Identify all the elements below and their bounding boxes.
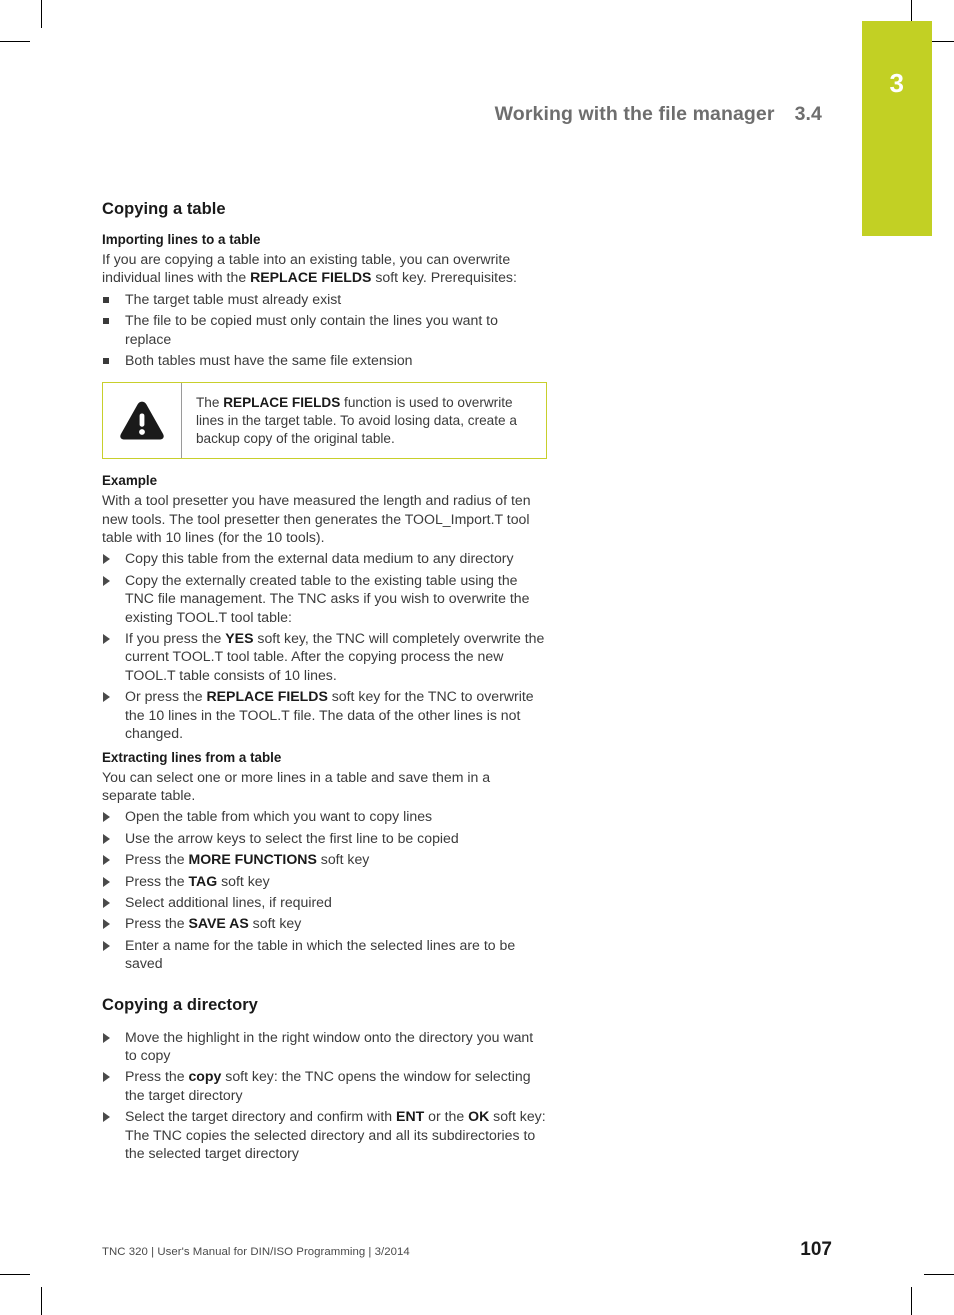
list-item: Both tables must have the same file exte… [102,351,547,369]
crop-mark-bottom-left-horizontal [0,1274,30,1276]
note-text-bold: REPLACE FIELDS [223,395,341,411]
heading-extracting-lines: Extracting lines from a table [102,749,282,765]
running-head-section-number: 3.4 [794,103,822,125]
list-item: If you press the YES soft key, the TNC w… [102,629,547,684]
step-bold: TAG [188,872,218,889]
list-item: Use the arrow keys to select the first l… [102,829,547,847]
importing-intro-part2: soft key. Prerequisites: [371,269,517,286]
crop-mark-top-left-horizontal [0,41,30,43]
step-text: Use the arrow keys to select the first l… [125,829,459,846]
note-icon-cell [103,383,182,459]
list-item: Press the copy soft key: the TNC opens t… [102,1067,547,1104]
step-bold: ENT [396,1108,425,1125]
step-bold: copy [188,1068,222,1085]
list-item: Press the MORE FUNCTIONS soft key [102,850,547,868]
list-item: Move the highlight in the right window o… [102,1028,547,1065]
list-item: Press the SAVE AS soft key [102,914,547,932]
page-content: Copying a table Importing lines to a tab… [102,200,547,1169]
step-bold: MORE FUNCTIONS [188,851,317,868]
step-text: Press the [125,1068,189,1085]
list-example-steps: Copy this table from the external data m… [102,549,547,742]
step-text: Open the table from which you want to co… [125,808,433,825]
list-item: The target table must already exist [102,290,547,308]
step-bold: REPLACE FIELDS [206,688,328,705]
step-bold: SAVE AS [188,915,249,932]
note-text-part1: The [196,395,224,411]
list-item: Enter a name for the table in which the … [102,936,547,973]
step-text: Press the [125,872,189,889]
step-text: Enter a name for the table in which the … [125,936,516,972]
step-text-2: soft key [217,872,270,889]
paragraph-extracting: You can select one or more lines in a ta… [102,768,491,803]
chapter-tab: 3 [862,21,932,236]
page-number: 107 [800,1239,832,1260]
step-text: Press the [125,851,189,868]
heading-importing-lines: Importing lines to a table [102,232,261,247]
list-item: Press the TAG soft key [102,872,547,890]
step-text-2: soft key [248,915,302,932]
list-item: The file to be copied must only contain … [102,311,547,348]
list-item: Or press the REPLACE FIELDS soft key for… [102,687,547,742]
paragraph-importing-intro: If you are copying a table into an exist… [102,250,547,287]
page-title: Copying a table [102,200,226,218]
step-text: Select additional lines, if required [125,893,332,910]
importing-intro-bold: REPLACE FIELDS [250,269,372,286]
chapter-number: 3 [889,68,905,98]
list-extracting-steps: Open the table from which you want to co… [102,807,547,972]
crop-mark-bottom-left-vertical [41,1287,43,1315]
crop-mark-bottom-right-horizontal [924,1274,954,1276]
page-footer: TNC 320 | User's Manual for DIN/ISO Prog… [102,1239,832,1261]
step-text-2: or the [424,1108,469,1125]
note-text: The REPLACE FIELDS function is used to o… [182,383,546,458]
running-head-title: Working with the file manager [494,103,775,125]
step-text: Copy this table from the external data m… [125,550,514,567]
list-item: Copy this table from the external data m… [102,549,547,567]
crop-mark-top-left-vertical [41,0,43,28]
step-text: If you press the [125,630,226,647]
footer-imprint: TNC 320 | User's Manual for DIN/ISO Prog… [102,1246,410,1258]
list-copying-directory-steps: Move the highlight in the right window o… [102,1028,547,1163]
step-text: Or press the [125,688,207,705]
crop-mark-bottom-right-vertical [911,1287,913,1315]
list-item: Open the table from which you want to co… [102,807,547,825]
step-text-2: soft key [316,851,370,868]
warning-triangle-icon [120,401,164,440]
step-text: Move the highlight in the right window o… [125,1028,534,1063]
running-head: Working with the file manager 3.4 [0,103,822,126]
paragraph-example: With a tool presetter you have measured … [102,492,531,546]
heading-example: Example [102,473,158,489]
step-text: Select the target directory and confirm … [125,1108,397,1125]
list-item: Copy the externally created table to the… [102,571,547,626]
list-item: Select the target directory and confirm … [102,1107,547,1162]
step-text: Copy the externally created table to the… [125,571,530,625]
list-item: Select additional lines, if required [102,893,547,911]
step-bold: YES [225,630,254,647]
heading-copying-directory: Copying a directory [102,995,258,1014]
warning-note-box: The REPLACE FIELDS function is used to o… [102,382,547,460]
step-bold-2: OK [468,1108,490,1125]
step-text: Press the [125,915,189,932]
list-prerequisites: The target table must already exist The … [102,290,547,370]
